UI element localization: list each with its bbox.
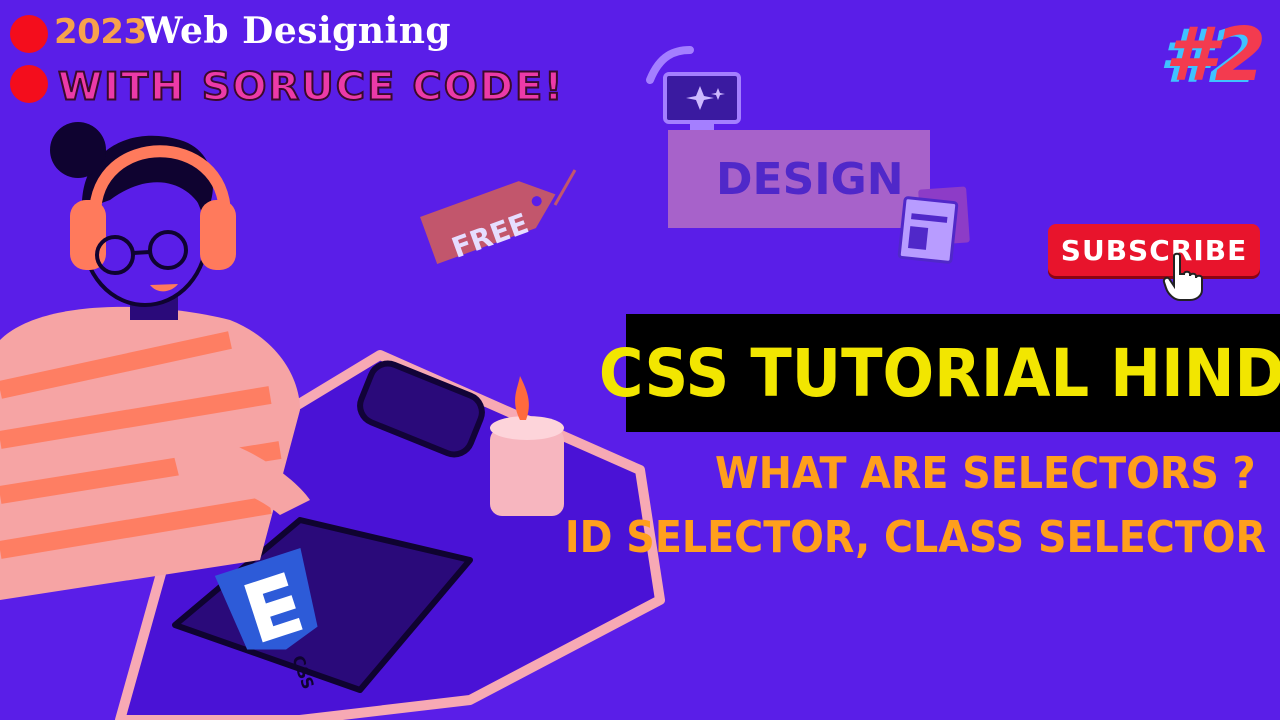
subscribe-button[interactable]: SUBSCRIBE (1048, 224, 1260, 276)
red-dot-icon (10, 65, 48, 103)
red-dot-icon (10, 15, 48, 53)
header-year: 2023 (54, 12, 147, 52)
topic-line: ID SELECTOR, CLASS SELECTOR (564, 512, 1266, 563)
candle-shape (490, 428, 564, 516)
header-title: Web Designing (142, 10, 452, 52)
title-banner: CSS TUTORIAL HINDI (599, 314, 1280, 432)
episode-number: #2 (1165, 12, 1266, 98)
banner-title: CSS TUTORIAL HINDI (598, 334, 1280, 412)
thumbnail: CSS FREE DESIGN 2023 Web Designing WITH … (0, 0, 1280, 720)
subscribe-label: SUBSCRIBE (1060, 233, 1248, 267)
topic-line: WHAT ARE SELECTORS ? (715, 448, 1256, 499)
headphone-icon (70, 200, 106, 270)
header-subtitle: WITH SORUCE CODE! (57, 64, 565, 110)
pointer-hand-icon (1162, 252, 1203, 301)
design-sign-text: DESIGN (716, 154, 904, 205)
